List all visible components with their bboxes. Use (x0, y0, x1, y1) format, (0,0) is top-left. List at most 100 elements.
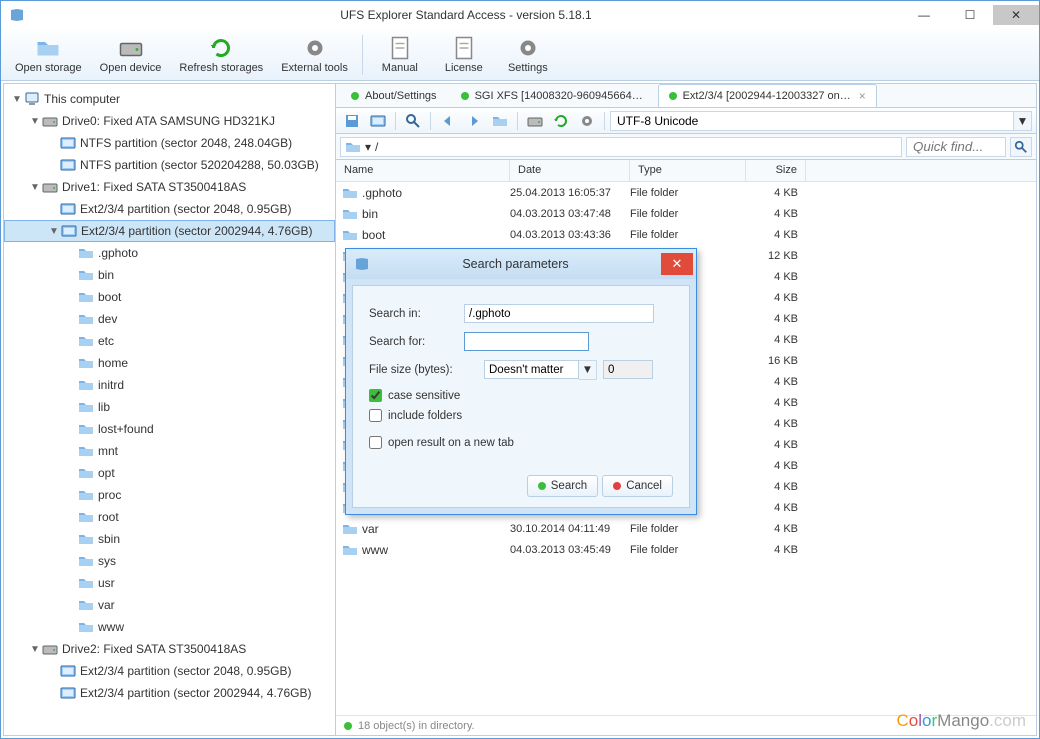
device-tree[interactable]: ▼This computer▼Drive0: Fixed ATA SAMSUNG… (4, 84, 336, 735)
col-name[interactable]: Name (336, 160, 510, 181)
dialog-search-button[interactable]: Search (527, 475, 598, 497)
tree-label: var (98, 598, 115, 612)
tree-item[interactable]: Ext2/3/4 partition (sector 2048, 0.95GB) (4, 198, 335, 220)
quick-find-input[interactable] (906, 137, 1006, 157)
part-icon (60, 663, 76, 679)
refresh-icon[interactable] (549, 110, 573, 132)
tree-item[interactable]: etc (4, 330, 335, 352)
expand-icon[interactable]: ▼ (28, 644, 42, 655)
tree-item[interactable]: Ext2/3/4 partition (sector 2048, 0.95GB) (4, 660, 335, 682)
col-type[interactable]: Type (630, 160, 746, 181)
open-new-tab-checkbox[interactable] (369, 436, 382, 449)
close-button[interactable]: ✕ (993, 5, 1039, 25)
home-icon[interactable] (523, 110, 547, 132)
settings-icon[interactable] (575, 110, 599, 132)
tree-item[interactable]: proc (4, 484, 335, 506)
tree-item[interactable]: opt (4, 462, 335, 484)
tree-label: This computer (44, 92, 120, 106)
tree-item[interactable]: sbin (4, 528, 335, 550)
expand-icon[interactable]: ▼ (28, 182, 42, 193)
tree-item[interactable]: ▼ This computer (4, 88, 335, 110)
save-icon[interactable] (340, 110, 364, 132)
tree-label: etc (98, 334, 114, 348)
part-icon (60, 685, 76, 701)
tree-item[interactable]: .gphoto (4, 242, 335, 264)
back-icon[interactable] (436, 110, 460, 132)
toolbar-settings[interactable]: Settings (497, 34, 559, 76)
tree-item[interactable]: ▼Drive1: Fixed SATA ST3500418AS (4, 176, 335, 198)
tab[interactable]: SGI XFS [14008320-960945664 on Dr… (450, 84, 656, 107)
tree-item[interactable]: ▼Drive2: Fixed SATA ST3500418AS (4, 638, 335, 660)
encoding-dropdown-icon[interactable]: ▼ (1014, 111, 1032, 131)
tree-item[interactable]: var (4, 594, 335, 616)
maximize-button[interactable]: ☐ (947, 5, 993, 25)
search-for-input[interactable] (464, 332, 589, 351)
tree-label: Drive0: Fixed ATA SAMSUNG HD321KJ (62, 114, 275, 128)
window-title: UFS Explorer Standard Access - version 5… (31, 8, 901, 22)
tab-close-icon[interactable]: × (859, 89, 866, 103)
filesize-mode-select[interactable] (484, 360, 579, 379)
toolbar-refresh-storages[interactable]: Refresh storages (171, 34, 271, 76)
tab-strip: About/SettingsSGI XFS [14008320-96094566… (336, 84, 1036, 108)
tree-item[interactable]: bin (4, 264, 335, 286)
folder-icon (78, 509, 94, 525)
col-size[interactable]: Size (746, 160, 806, 181)
tree-item[interactable]: ▼Ext2/3/4 partition (sector 2002944, 4.7… (4, 220, 335, 242)
tree-item[interactable]: usr (4, 572, 335, 594)
tree-item[interactable]: lost+found (4, 418, 335, 440)
include-folders-checkbox[interactable] (369, 409, 382, 422)
file-row[interactable]: .gphoto25.04.2013 16:05:37File folder4 K… (336, 182, 1036, 203)
forward-icon[interactable] (462, 110, 486, 132)
path-field[interactable]: ▾ / (340, 137, 902, 157)
file-row[interactable]: bin04.03.2013 03:47:48File folder4 KB (336, 203, 1036, 224)
quick-find-button[interactable] (1010, 137, 1032, 157)
tree-item[interactable]: sys (4, 550, 335, 572)
tree-item[interactable]: www (4, 616, 335, 638)
up-icon[interactable] (488, 110, 512, 132)
tree-item[interactable]: home (4, 352, 335, 374)
dialog-close-button[interactable]: ✕ (661, 253, 693, 275)
part-icon (60, 201, 76, 217)
drive-icon (42, 641, 58, 657)
filesize-label: File size (bytes): (369, 364, 464, 376)
toolbar-open-storage[interactable]: Open storage (7, 34, 90, 76)
file-row[interactable]: boot04.03.2013 03:43:36File folder4 KB (336, 224, 1036, 245)
encoding-select[interactable] (610, 111, 1014, 131)
toolbar-license[interactable]: License (433, 34, 495, 76)
folder-icon (78, 443, 94, 459)
tree-item[interactable]: Ext2/3/4 partition (sector 2002944, 4.76… (4, 682, 335, 704)
folder-icon (78, 487, 94, 503)
expand-icon[interactable]: ▼ (47, 226, 61, 237)
search-in-input[interactable] (464, 304, 654, 323)
search-icon[interactable] (401, 110, 425, 132)
expand-icon[interactable]: ▼ (28, 116, 42, 127)
tree-item[interactable]: NTFS partition (sector 520204288, 50.03G… (4, 154, 335, 176)
tree-item[interactable]: mnt (4, 440, 335, 462)
tab[interactable]: About/Settings (340, 84, 448, 107)
tree-item[interactable]: NTFS partition (sector 2048, 248.04GB) (4, 132, 335, 154)
minimize-button[interactable]: — (901, 5, 947, 25)
tree-item[interactable]: lib (4, 396, 335, 418)
case-sensitive-checkbox[interactable] (369, 389, 382, 402)
col-date[interactable]: Date (510, 160, 630, 181)
tree-item[interactable]: root (4, 506, 335, 528)
tree-item[interactable]: initrd (4, 374, 335, 396)
tree-label: lost+found (98, 422, 154, 436)
tree-label: bin (98, 268, 114, 282)
tree-item[interactable]: dev (4, 308, 335, 330)
folder-icon (342, 521, 358, 537)
tree-label: dev (98, 312, 117, 326)
toolbar-external-tools[interactable]: External tools (273, 34, 356, 76)
toolbar-open-device[interactable]: Open device (92, 34, 170, 76)
filesize-dropdown-icon[interactable]: ▼ (579, 360, 597, 380)
toolbar-manual[interactable]: Manual (369, 34, 431, 76)
dialog-cancel-button[interactable]: Cancel (602, 475, 673, 497)
tree-item[interactable]: boot (4, 286, 335, 308)
file-row[interactable]: var30.10.2014 04:11:49File folder4 KB (336, 518, 1036, 539)
tree-item[interactable]: ▼ Drive0: Fixed ATA SAMSUNG HD321KJ (4, 110, 335, 132)
tree-view-icon[interactable] (366, 110, 390, 132)
tree-label: home (98, 356, 128, 370)
tab[interactable]: Ext2/3/4 [2002944-12003327 on…× (658, 84, 877, 107)
expand-icon[interactable]: ▼ (10, 94, 24, 105)
file-row[interactable]: www04.03.2013 03:45:49File folder4 KB (336, 539, 1036, 560)
